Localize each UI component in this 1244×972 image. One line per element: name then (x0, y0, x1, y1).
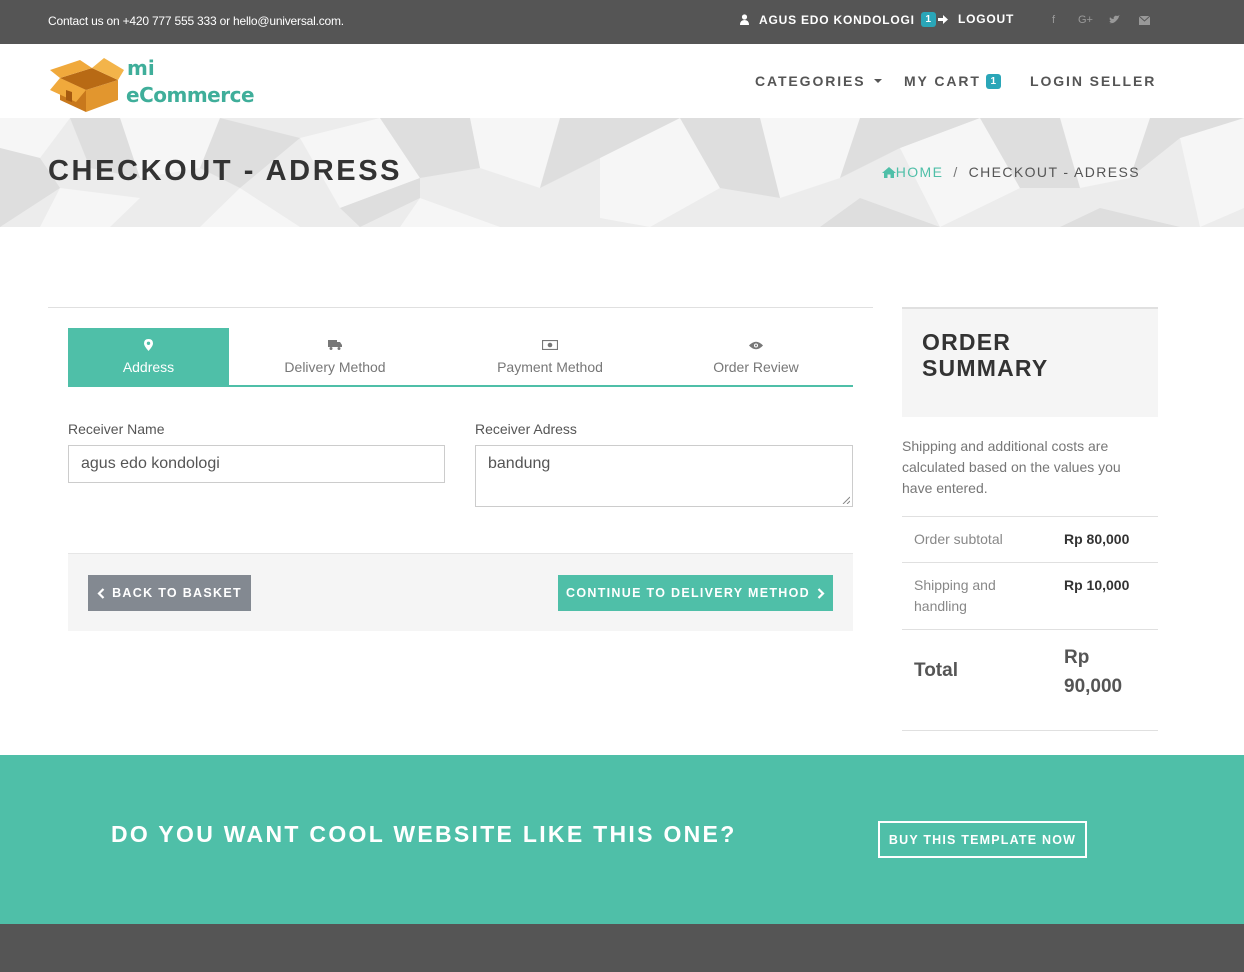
caret-down-icon (873, 79, 882, 83)
summary-row-label: Order subtotal (914, 531, 1003, 547)
cta-headline: DO YOU WANT COOL WEBSITE LIKE THIS ONE? (111, 821, 737, 847)
nav-my-cart[interactable]: MY CART 1 (904, 73, 1001, 89)
tab-order-review[interactable]: Order Review (659, 328, 853, 385)
nav-login-seller[interactable]: LOGIN SELLER (1030, 73, 1156, 89)
breadcrumb-separator: / (953, 164, 959, 180)
summary-row-subtotal: Order subtotal Rp 80,000 (902, 516, 1158, 562)
page-title: CHECKOUT - ADRESS (48, 155, 403, 187)
map-marker-icon (144, 338, 153, 352)
buy-template-label: BUY THIS TEMPLATE NOW (888, 832, 1077, 847)
page-heading-band: CHECKOUT - ADRESS HOME / CHECKOUT - ADRE… (0, 118, 1244, 227)
contact-text: Contact us on +420 777 555 333 or hello@… (48, 14, 344, 28)
order-summary-note: Shipping and additional costs are calcul… (902, 438, 1121, 496)
content-divider (48, 307, 873, 308)
summary-total-label: Total (914, 660, 958, 681)
home-icon (881, 166, 896, 178)
cta-band: DO YOU WANT COOL WEBSITE LIKE THIS ONE? … (0, 755, 1244, 924)
continue-label: CONTINUE TO DELIVERY METHOD (566, 586, 810, 600)
envelope-icon[interactable] (1139, 16, 1150, 25)
tab-address[interactable]: Address (68, 328, 229, 385)
box-logo-icon (50, 58, 124, 112)
chevron-left-icon (97, 587, 105, 599)
twitter-icon[interactable] (1109, 15, 1120, 25)
checkout-steps: Address Delivery Method Payment Method O… (68, 328, 853, 387)
nav-cart-label: MY CART (904, 73, 981, 89)
buy-template-button[interactable]: BUY THIS TEMPLATE NOW (878, 821, 1087, 858)
summary-row-value: Rp 10,000 (1064, 577, 1130, 593)
nav-categories[interactable]: CATEGORIES (755, 73, 882, 89)
breadcrumb: HOME / CHECKOUT - ADRESS (881, 164, 1140, 180)
tab-address-label: Address (122, 359, 175, 375)
chevron-right-icon (817, 587, 825, 599)
summary-row-label: Shipping and handling (914, 577, 996, 614)
sign-out-icon (938, 14, 948, 24)
eye-icon (749, 338, 763, 352)
site-logo[interactable]: mi eCommerce (48, 56, 263, 112)
summary-row-value: Rp 80,000 (1064, 531, 1130, 547)
summary-total-value: Rp 90,000 (1064, 647, 1123, 697)
money-icon (542, 338, 558, 352)
summary-row-total: Total Rp 90,000 (902, 629, 1158, 731)
breadcrumb-home[interactable]: HOME (881, 164, 944, 180)
truck-icon (328, 338, 342, 352)
tab-payment-method[interactable]: Payment Method (441, 328, 659, 385)
nav-categories-label: CATEGORIES (755, 73, 866, 89)
top-bar: Contact us on +420 777 555 333 or hello@… (0, 0, 1244, 44)
footer (0, 924, 1244, 972)
receiver-name-value: agus edo kondologi (81, 455, 220, 472)
receiver-address-value: bandung (488, 455, 551, 472)
back-to-basket-button[interactable]: BACK TO BASKET (88, 575, 251, 611)
user-icon (740, 14, 749, 25)
breadcrumb-home-label: HOME (895, 164, 944, 180)
summary-row-shipping: Shipping and handling Rp 10,000 (902, 562, 1158, 629)
form-actions-bar: BACK TO BASKET CONTINUE TO DELIVERY METH… (68, 553, 853, 631)
resize-handle-icon[interactable] (842, 496, 850, 504)
continue-to-delivery-button[interactable]: CONTINUE TO DELIVERY METHOD (558, 575, 833, 611)
main-navbar: mi eCommerce CATEGORIES MY CART 1 LOGIN … (0, 44, 1244, 118)
user-account-link[interactable]: AGUS EDO KONDOLOGI 1 (739, 12, 936, 27)
order-summary-table: Order subtotal Rp 80,000 Shipping and ha… (902, 516, 1158, 731)
tab-review-label: Order Review (713, 359, 799, 375)
facebook-icon[interactable]: f (1052, 14, 1055, 26)
tab-delivery-label: Delivery Method (284, 359, 386, 375)
cart-badge: 1 (985, 73, 1001, 89)
back-to-basket-label: BACK TO BASKET (112, 586, 242, 600)
receiver-address-label: Receiver Adress (475, 421, 577, 437)
logo-text-line2: eCommerce (126, 83, 255, 107)
logo-text-line1: mi (127, 56, 155, 80)
user-name: AGUS EDO KONDOLOGI (759, 12, 915, 27)
receiver-name-input[interactable]: agus edo kondologi (68, 445, 445, 483)
user-badge: 1 (920, 12, 936, 27)
google-plus-icon[interactable]: G+ (1078, 14, 1093, 26)
tab-delivery-method[interactable]: Delivery Method (229, 328, 441, 385)
logout-link[interactable]: LOGOUT (938, 12, 1014, 26)
nav-login-seller-label: LOGIN SELLER (1030, 73, 1157, 89)
logout-label: LOGOUT (958, 12, 1015, 26)
receiver-address-textarea[interactable]: bandung (475, 445, 853, 507)
receiver-name-label: Receiver Name (68, 421, 165, 437)
breadcrumb-current: CHECKOUT - ADRESS (968, 164, 1140, 180)
order-summary-title: ORDER SUMMARY (922, 329, 1049, 381)
tab-payment-label: Payment Method (497, 359, 603, 375)
order-summary-header: ORDER SUMMARY (902, 307, 1158, 417)
